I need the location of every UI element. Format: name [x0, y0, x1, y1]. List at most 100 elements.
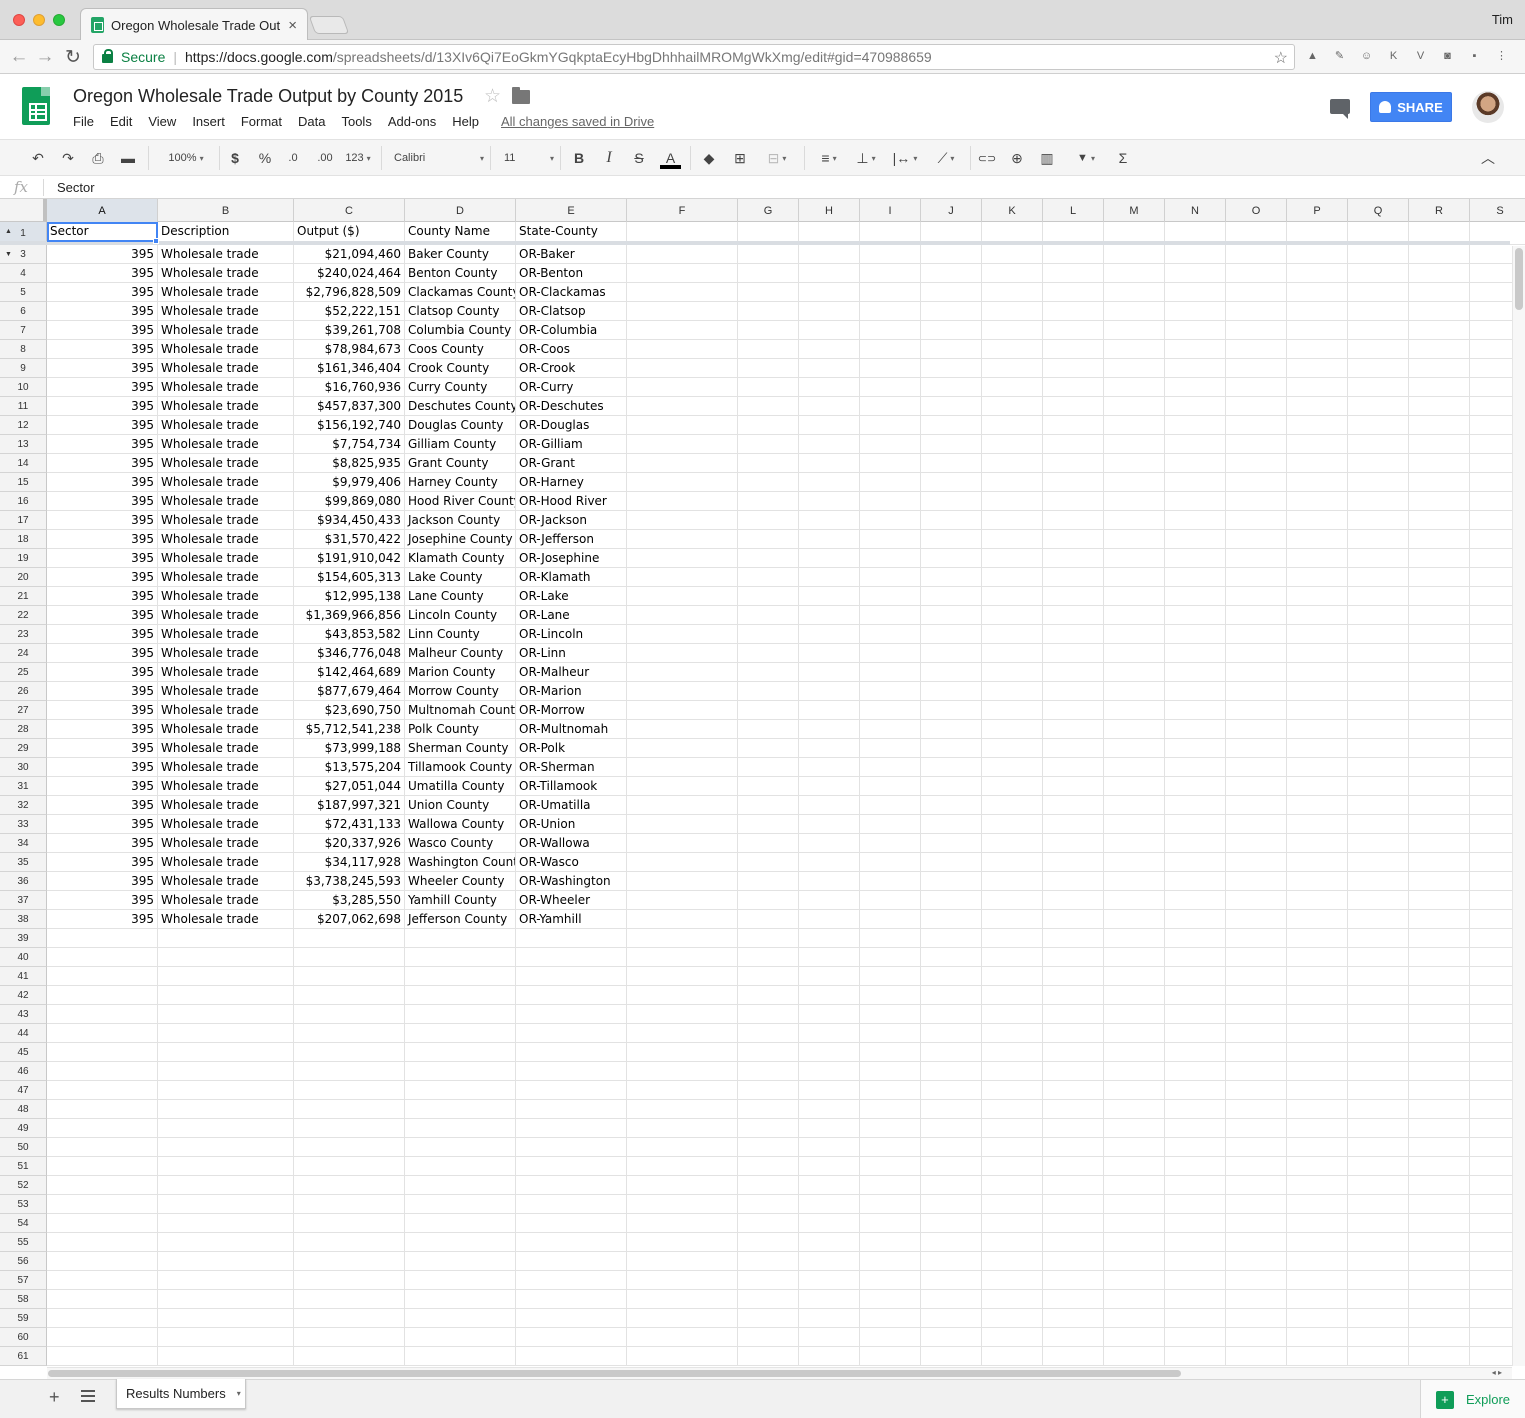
- cell[interactable]: [1287, 739, 1348, 758]
- cell[interactable]: [860, 397, 921, 416]
- cell[interactable]: [921, 1119, 982, 1138]
- cell[interactable]: Marion County: [405, 663, 516, 682]
- cell[interactable]: [1226, 853, 1287, 872]
- cell[interactable]: [921, 796, 982, 815]
- merge-cells-icon[interactable]: ⊟ ▾: [762, 148, 792, 168]
- cell[interactable]: [627, 473, 738, 492]
- functions-icon[interactable]: Σ: [1113, 148, 1133, 168]
- cell[interactable]: 395: [47, 511, 158, 530]
- cell[interactable]: [1104, 1119, 1165, 1138]
- cell[interactable]: 395: [47, 492, 158, 511]
- star-icon[interactable]: ☆: [484, 85, 501, 108]
- cell[interactable]: OR-Umatilla: [516, 796, 627, 815]
- cell[interactable]: [1409, 245, 1470, 264]
- column-header-p[interactable]: P: [1287, 199, 1348, 222]
- cell[interactable]: [1043, 1214, 1104, 1233]
- cell[interactable]: [1348, 511, 1409, 530]
- cell[interactable]: [1043, 587, 1104, 606]
- cell[interactable]: [738, 834, 799, 853]
- cell[interactable]: [860, 853, 921, 872]
- cell[interactable]: [1165, 663, 1226, 682]
- bold-button[interactable]: B: [570, 148, 588, 168]
- cell[interactable]: [1348, 492, 1409, 511]
- cell[interactable]: $39,261,708: [294, 321, 405, 340]
- cell[interactable]: [860, 340, 921, 359]
- cell[interactable]: 395: [47, 910, 158, 929]
- cell[interactable]: [1226, 587, 1287, 606]
- cell[interactable]: [799, 435, 860, 454]
- cell[interactable]: [158, 1233, 294, 1252]
- cell[interactable]: Wholesale trade: [158, 853, 294, 872]
- cell[interactable]: [860, 663, 921, 682]
- cell[interactable]: [1165, 701, 1226, 720]
- cell[interactable]: 395: [47, 796, 158, 815]
- row-header[interactable]: 18: [0, 530, 47, 549]
- font-select[interactable]: Calibri ▾: [394, 148, 484, 168]
- cell[interactable]: [294, 929, 405, 948]
- cell[interactable]: [1348, 910, 1409, 929]
- cell[interactable]: [921, 416, 982, 435]
- cell[interactable]: [799, 948, 860, 967]
- cell[interactable]: [1348, 948, 1409, 967]
- cell[interactable]: [1104, 986, 1165, 1005]
- percent-format-button[interactable]: %: [256, 148, 274, 168]
- cell[interactable]: [860, 378, 921, 397]
- cell[interactable]: [1348, 1100, 1409, 1119]
- cell[interactable]: [1226, 435, 1287, 454]
- cell[interactable]: [1348, 606, 1409, 625]
- cell[interactable]: [1409, 682, 1470, 701]
- folder-icon[interactable]: [512, 87, 530, 104]
- all-sheets-icon[interactable]: [81, 1390, 95, 1402]
- cell[interactable]: [158, 967, 294, 986]
- cell[interactable]: [1226, 549, 1287, 568]
- cell[interactable]: [921, 606, 982, 625]
- cell[interactable]: [860, 530, 921, 549]
- cell[interactable]: [516, 1119, 627, 1138]
- cell[interactable]: [860, 1347, 921, 1366]
- cell[interactable]: [1043, 796, 1104, 815]
- cell[interactable]: Columbia County: [405, 321, 516, 340]
- cell[interactable]: [921, 644, 982, 663]
- menu-edit[interactable]: Edit: [110, 114, 132, 129]
- cell[interactable]: [799, 454, 860, 473]
- more-menu-icon[interactable]: ⋮: [1493, 47, 1510, 64]
- cell[interactable]: [294, 1100, 405, 1119]
- row-header[interactable]: ▼ 3: [0, 245, 47, 264]
- cell[interactable]: [738, 1290, 799, 1309]
- cell[interactable]: $27,051,044: [294, 777, 405, 796]
- cell[interactable]: [1409, 492, 1470, 511]
- cell[interactable]: [1226, 758, 1287, 777]
- formula-input[interactable]: Sector: [57, 180, 95, 195]
- cell[interactable]: [1287, 454, 1348, 473]
- cell[interactable]: [921, 587, 982, 606]
- cell[interactable]: [1165, 1138, 1226, 1157]
- cell[interactable]: [1104, 834, 1165, 853]
- cell[interactable]: Wholesale trade: [158, 701, 294, 720]
- cell[interactable]: Lincoln County: [405, 606, 516, 625]
- cell[interactable]: $3,285,550: [294, 891, 405, 910]
- cell[interactable]: [1104, 796, 1165, 815]
- cell[interactable]: OR-Multnomah: [516, 720, 627, 739]
- cell[interactable]: [1287, 492, 1348, 511]
- cell[interactable]: [1348, 283, 1409, 302]
- cell[interactable]: $31,570,422: [294, 530, 405, 549]
- cell[interactable]: [921, 549, 982, 568]
- cell[interactable]: [1348, 758, 1409, 777]
- row-header[interactable]: 31: [0, 777, 47, 796]
- cell[interactable]: [1348, 264, 1409, 283]
- cell[interactable]: [1104, 1328, 1165, 1347]
- cell[interactable]: [738, 1233, 799, 1252]
- cell[interactable]: 395: [47, 264, 158, 283]
- person-extension-icon[interactable]: ☺: [1358, 47, 1375, 64]
- cell[interactable]: [627, 682, 738, 701]
- cell[interactable]: [294, 1138, 405, 1157]
- redo-icon[interactable]: ↷: [58, 148, 78, 168]
- cell[interactable]: [860, 1157, 921, 1176]
- cell[interactable]: [799, 891, 860, 910]
- cell[interactable]: [1165, 1157, 1226, 1176]
- cell[interactable]: [627, 1328, 738, 1347]
- cell[interactable]: [921, 340, 982, 359]
- cell[interactable]: [1409, 302, 1470, 321]
- cell[interactable]: [1165, 644, 1226, 663]
- cell[interactable]: OR-Morrow: [516, 701, 627, 720]
